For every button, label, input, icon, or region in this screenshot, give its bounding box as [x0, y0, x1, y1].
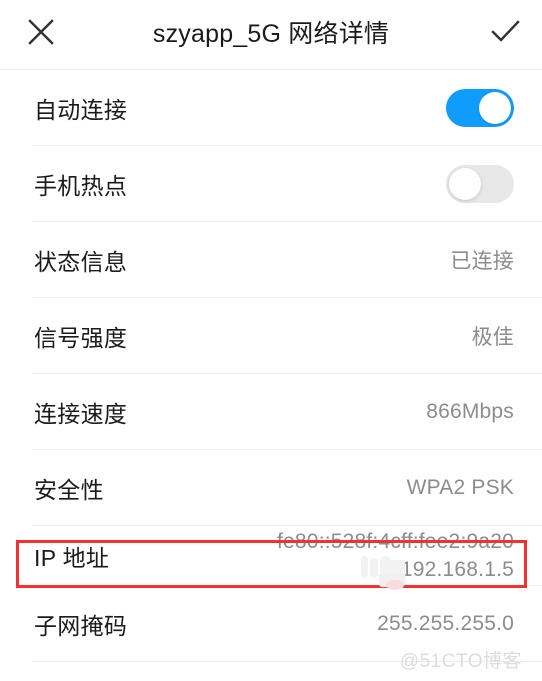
row-value: WPA2 PSK [406, 476, 514, 499]
row-value: 866Mbps [426, 400, 514, 423]
row-label: 状态信息 [34, 249, 128, 275]
row-label: 连接速度 [34, 401, 128, 427]
toggle-knob [449, 168, 481, 200]
row-value: 255.255.255.0 [377, 612, 514, 635]
ipv4-address-value: 192.168.1.5 [400, 558, 514, 581]
row-label: 信号强度 [34, 325, 128, 351]
row-label: 子网掩码 [34, 613, 128, 639]
watermark: @51CTO博客 [399, 651, 522, 672]
page-title: szyapp_5G 网络详情 [152, 20, 390, 48]
row-label: IP 地址 [34, 545, 110, 571]
check-icon [488, 15, 522, 54]
row-status-info: 状态信息 已连接 [0, 222, 542, 298]
ipv6-address-value: fe80::528f:4cff:fee2:9a20 [277, 530, 514, 554]
row-ip-address: IP 地址 fe80::528f:4cff:fee2:9a20 192.168.… [0, 526, 542, 586]
row-security: 安全性 WPA2 PSK [0, 450, 542, 526]
row-signal-strength: 信号强度 极佳 [0, 298, 542, 374]
row-value: 极佳 [471, 326, 514, 349]
row-value: 已连接 [450, 250, 514, 273]
auto-connect-toggle[interactable] [446, 89, 514, 127]
row-link-speed: 连接速度 866Mbps [0, 374, 542, 450]
network-detail-list: 自动连接 手机热点 状态信息 已连接 信号强度 极佳 连接速度 866Mbps … [0, 70, 542, 662]
mobile-hotspot-toggle[interactable] [446, 165, 514, 203]
row-auto-connect[interactable]: 自动连接 [0, 70, 542, 146]
app-header: szyapp_5G 网络详情 [0, 0, 542, 70]
confirm-button[interactable] [482, 11, 528, 57]
ip-address-values: fe80::528f:4cff:fee2:9a20 192.168.1.5 [277, 528, 514, 583]
row-label: 手机热点 [34, 173, 128, 199]
row-label: 安全性 [34, 477, 104, 503]
toggle-knob [479, 92, 511, 124]
row-mobile-hotspot[interactable]: 手机热点 [0, 146, 542, 222]
row-label: 自动连接 [34, 97, 128, 123]
